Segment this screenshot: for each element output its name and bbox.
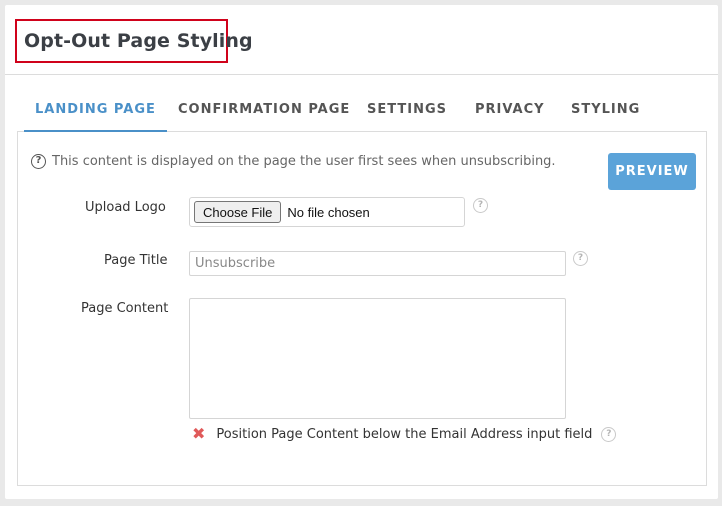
position-content-label[interactable]: Position Page Content below the Email Ad… xyxy=(216,427,592,442)
page-title-input[interactable] xyxy=(189,251,566,276)
landing-page-panel: ? This content is displayed on the page … xyxy=(17,132,707,486)
upload-logo-help-icon[interactable]: ? xyxy=(473,198,488,213)
file-status-text: No file chosen xyxy=(287,204,370,220)
tab-styling[interactable]: STYLING xyxy=(571,93,640,130)
page-title-label: Page Title xyxy=(104,253,168,268)
question-circle-icon: ? xyxy=(31,154,46,169)
page-content-label: Page Content xyxy=(81,301,169,316)
opt-out-styling-card: Opt-Out Page Styling LANDING PAGE CONFIR… xyxy=(5,5,718,499)
tab-privacy[interactable]: PRIVACY xyxy=(475,93,545,130)
page-content-textarea[interactable] xyxy=(189,298,566,419)
tab-confirmation-page[interactable]: CONFIRMATION PAGE xyxy=(178,93,350,130)
tab-settings[interactable]: SETTINGS xyxy=(367,93,447,130)
upload-logo-label: Upload Logo xyxy=(85,200,166,215)
tab-bar: LANDING PAGE CONFIRMATION PAGE SETTINGS … xyxy=(17,93,707,132)
position-content-option: ✖ Position Page Content below the Email … xyxy=(192,426,617,442)
page-title: Opt-Out Page Styling xyxy=(15,19,253,63)
preview-button[interactable]: PREVIEW xyxy=(608,153,696,190)
upload-logo-field: Choose File No file chosen xyxy=(189,197,465,227)
x-mark-icon[interactable]: ✖ xyxy=(192,426,205,442)
choose-file-button[interactable]: Choose File xyxy=(194,201,282,223)
header-divider xyxy=(5,74,718,75)
info-message: ? This content is displayed on the page … xyxy=(31,154,556,169)
tab-landing-page[interactable]: LANDING PAGE xyxy=(24,93,167,132)
position-content-help-icon[interactable]: ? xyxy=(601,426,617,442)
page-title-help-icon[interactable]: ? xyxy=(573,251,588,266)
info-text: This content is displayed on the page th… xyxy=(52,154,556,169)
